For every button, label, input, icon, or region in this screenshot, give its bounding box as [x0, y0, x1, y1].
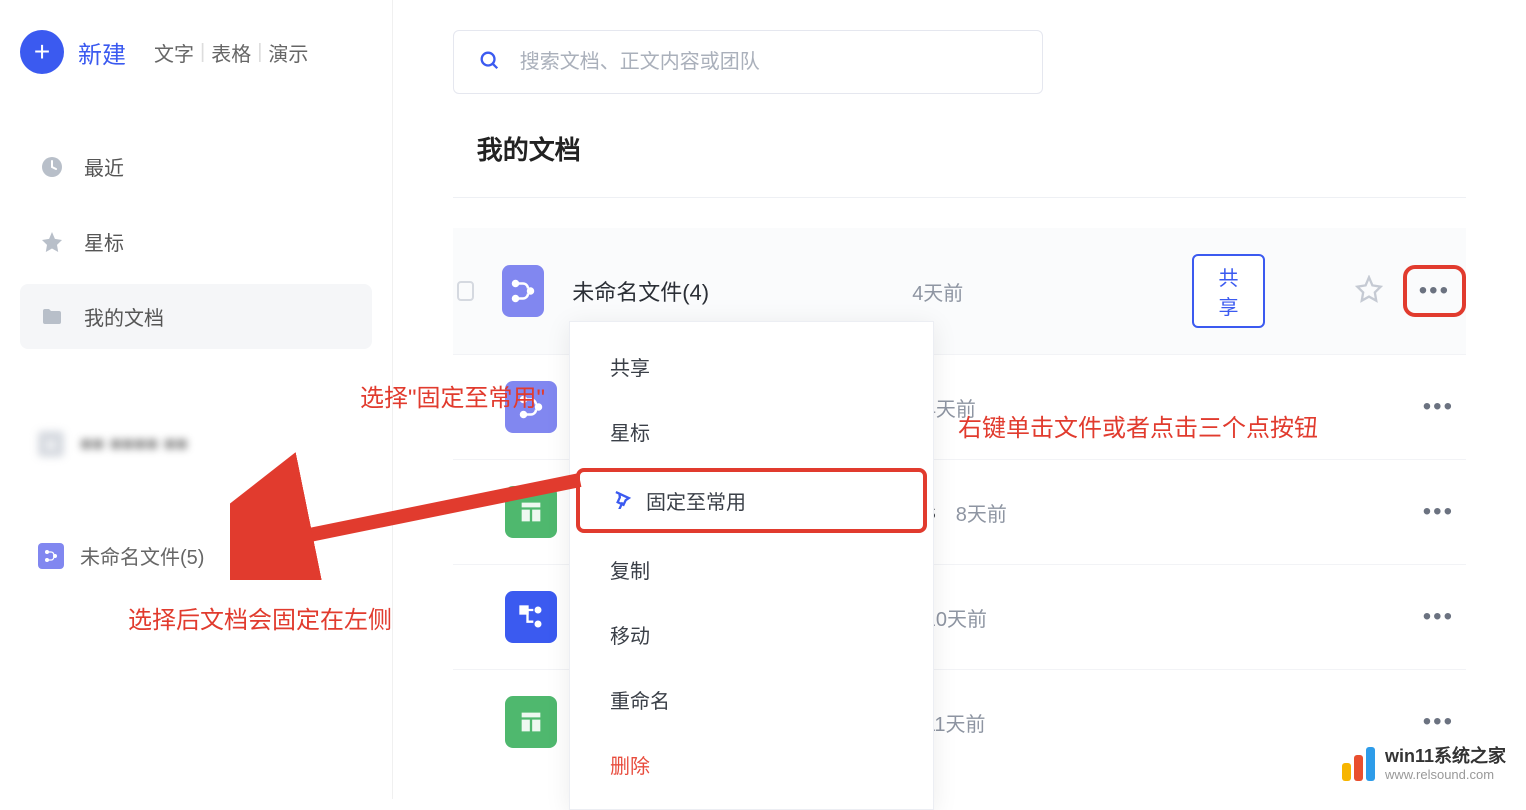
flow-icon — [38, 543, 64, 569]
pinned-item-label: 未命名文件(5) — [80, 541, 204, 570]
watermark-url: www.relsound.com — [1385, 767, 1506, 783]
file-name: 未命名文件(4) — [572, 275, 912, 307]
menu-share[interactable]: 共享 — [570, 334, 933, 399]
star-icon[interactable] — [1355, 275, 1383, 308]
file-icon: ■ — [38, 431, 64, 457]
file-time: 4天前 — [925, 393, 1085, 422]
flow-icon — [502, 265, 544, 317]
section-title: 我的文档 — [477, 130, 1466, 167]
main-content: 我的文档 未命名文件(4) 4天前 共享 ••• — [393, 0, 1526, 799]
search-wrap — [453, 30, 1466, 94]
new-label: 新建 — [78, 35, 126, 70]
clock-icon — [40, 155, 64, 179]
file-time: 10天前 — [925, 603, 1085, 632]
sidebar-header: + 新建 文字 | 表格 | 演示 — [20, 30, 372, 74]
nav-recent-label: 最近 — [84, 152, 124, 181]
search-box[interactable] — [453, 30, 1043, 94]
nav-recent[interactable]: 最近 — [20, 134, 372, 199]
file-time: 11天前 — [925, 708, 1085, 737]
file-time: 8天前 — [956, 498, 1116, 527]
type-slide[interactable]: 演示 — [268, 38, 308, 67]
star-icon — [40, 230, 64, 254]
divider — [453, 197, 1466, 198]
sheet-icon — [505, 486, 557, 538]
watermark-logo-icon — [1342, 747, 1375, 781]
nav-mydocs[interactable]: 我的文档 — [20, 284, 372, 349]
menu-pin[interactable]: 固定至常用 — [576, 468, 927, 533]
menu-delete[interactable]: 删除 — [570, 732, 933, 797]
type-sheet[interactable]: 表格 — [211, 38, 251, 67]
type-text[interactable]: 文字 — [154, 38, 194, 67]
sidebar-nav: 最近 星标 我的文档 — [20, 134, 372, 349]
sheet-icon — [505, 696, 557, 748]
nav-starred[interactable]: 星标 — [20, 209, 372, 274]
context-menu: 共享 星标 固定至常用 复制 移动 重命名 删除 — [569, 321, 934, 810]
plus-icon: + — [20, 30, 64, 74]
more-button[interactable]: ••• — [1411, 490, 1466, 534]
pin-icon — [610, 487, 632, 515]
watermark: win11系统之家 www.relsound.com — [1342, 746, 1506, 783]
new-type-links: 文字 | 表格 | 演示 — [154, 38, 308, 67]
watermark-title: win11系统之家 — [1385, 746, 1506, 768]
menu-move[interactable]: 移动 — [570, 602, 933, 667]
pinned-item[interactable]: 未命名文件(5) — [20, 529, 372, 582]
more-button[interactable]: ••• — [1411, 595, 1466, 639]
more-button[interactable]: ••• — [1411, 700, 1466, 744]
nav-mydocs-label: 我的文档 — [84, 302, 164, 331]
pinned-item-blurred[interactable]: ■ ■■ ■■■■ ■■ — [20, 419, 372, 469]
flow-icon — [505, 381, 557, 433]
row-checkbox[interactable] — [457, 281, 474, 301]
file-time: 4天前 — [912, 277, 1072, 306]
menu-rename[interactable]: 重命名 — [570, 667, 933, 732]
menu-copy[interactable]: 复制 — [570, 537, 933, 602]
new-button[interactable]: + 新建 — [20, 30, 126, 74]
pinned-section: ■ ■■ ■■■■ ■■ 未命名文件(5) — [20, 419, 372, 582]
sidebar: + 新建 文字 | 表格 | 演示 最近 星标 — [0, 0, 393, 799]
menu-star[interactable]: 星标 — [570, 399, 933, 464]
nav-starred-label: 星标 — [84, 227, 124, 256]
search-input[interactable] — [520, 51, 1018, 74]
share-button[interactable]: 共享 — [1192, 254, 1265, 328]
more-button[interactable]: ••• — [1403, 265, 1466, 317]
mindmap-icon — [505, 591, 557, 643]
search-icon — [478, 49, 500, 76]
more-button[interactable]: ••• — [1411, 385, 1466, 429]
folder-icon — [40, 305, 64, 329]
